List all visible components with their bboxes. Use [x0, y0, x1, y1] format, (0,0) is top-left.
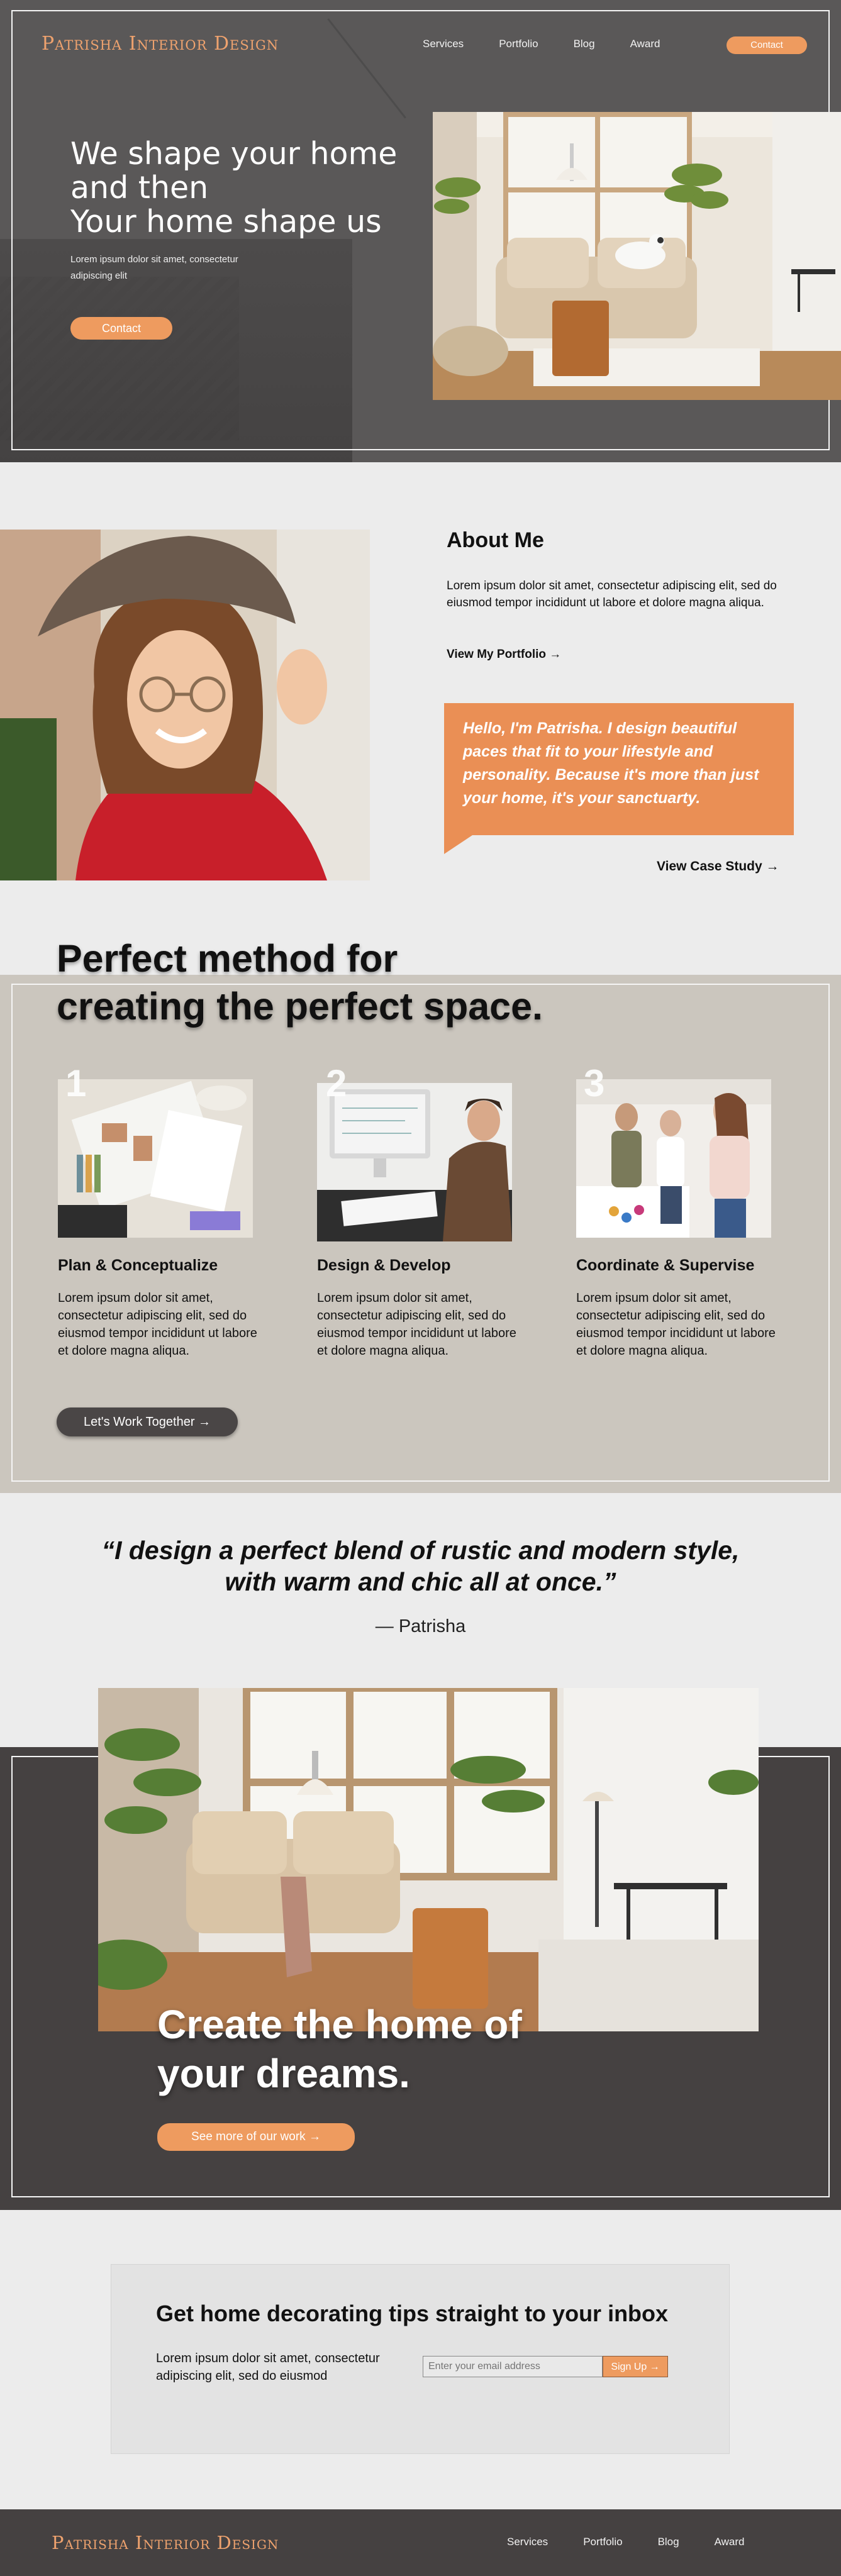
nav-link-services[interactable]: Services: [423, 38, 464, 50]
callout-text: Hello, I'm Patrisha. I design beautiful …: [463, 719, 759, 807]
dreams-living-room-image: [98, 1688, 759, 2031]
newsletter-title: Get home decorating tips straight to you…: [156, 2301, 669, 2326]
site-logo[interactable]: Patrisha Interior Design: [42, 33, 279, 55]
about-title: About Me: [447, 528, 544, 552]
footer-link-services[interactable]: Services: [507, 2536, 548, 2548]
method-title-line2: creating the perfect space.: [57, 985, 543, 1028]
hero-living-room-image: [433, 112, 841, 400]
footer-link-blog[interactable]: Blog: [658, 2536, 679, 2548]
nav-link-blog[interactable]: Blog: [574, 38, 595, 50]
dreams-title-line1: Create the home of: [157, 2002, 522, 2047]
top-nav: Services Portfolio Blog Award: [423, 38, 660, 50]
step-3-number: 3: [584, 1062, 605, 1104]
step-1-text: Lorem ipsum dolor sit amet, consectetur …: [58, 1291, 257, 1358]
view-portfolio-link[interactable]: View My Portfolio →: [447, 648, 561, 662]
step-3-image: [576, 1079, 771, 1238]
footer-link-portfolio[interactable]: Portfolio: [583, 2536, 622, 2548]
dreams-title-line2: your dreams.: [157, 2051, 410, 2096]
step-1-title: Plan & Conceptualize: [58, 1257, 218, 1274]
sign-up-button[interactable]: Sign Up →: [603, 2356, 668, 2377]
nav-contact-button[interactable]: Contact: [727, 36, 807, 54]
footer-link-award[interactable]: Award: [715, 2536, 745, 2548]
footer-logo[interactable]: Patrisha Interior Design: [52, 2532, 279, 2553]
dreams-title: Create the home of your dreams.: [157, 2000, 522, 2098]
footer-nav: Services Portfolio Blog Award: [507, 2536, 744, 2548]
lets-work-together-button[interactable]: Let's Work Together →: [57, 1407, 238, 1436]
step-3-text: Lorem ipsum dolor sit amet, consectetur …: [576, 1291, 776, 1358]
method-title-line1: Perfect method for: [57, 937, 398, 980]
email-field[interactable]: [423, 2356, 603, 2377]
step-1-image: [58, 1079, 253, 1238]
nav-link-award[interactable]: Award: [630, 38, 660, 50]
step-2-text: Lorem ipsum dolor sit amet, consectetur …: [317, 1291, 516, 1358]
hero-title-line3: Your home shape us: [70, 204, 382, 240]
testimonial-quote: “I design a perfect blend of rustic and …: [101, 1536, 740, 1596]
view-case-study-link[interactable]: View Case Study →: [657, 859, 779, 874]
step-2-number: 2: [326, 1062, 347, 1104]
nav-link-portfolio[interactable]: Portfolio: [499, 38, 538, 50]
see-more-work-button[interactable]: See more of our work →: [157, 2123, 355, 2151]
hero-title: We shape your home and then Your home sh…: [70, 137, 397, 239]
hero-title-line1: We shape your home: [70, 136, 398, 172]
step-2-title: Design & Develop: [317, 1257, 451, 1274]
about-text: Lorem ipsum dolor sit amet, consectetur …: [447, 579, 777, 609]
patrisha-portrait-image: [0, 530, 370, 880]
step-1-number: 1: [65, 1062, 87, 1104]
hero-subtitle: Lorem ipsum dolor sit amet, consectetur …: [70, 254, 238, 281]
step-3-title: Coordinate & Supervise: [576, 1257, 755, 1274]
newsletter-text: Lorem ipsum dolor sit amet, consectetur …: [156, 2351, 380, 2383]
method-title: Perfect method for creating the perfect …: [57, 935, 543, 1030]
step-2-image: [317, 1083, 512, 1241]
hero-contact-button[interactable]: Contact: [70, 317, 172, 340]
callout-tail: [444, 834, 474, 854]
hero-title-line2: and then: [70, 170, 209, 206]
quote-author: — Patrisha: [375, 1616, 466, 1636]
